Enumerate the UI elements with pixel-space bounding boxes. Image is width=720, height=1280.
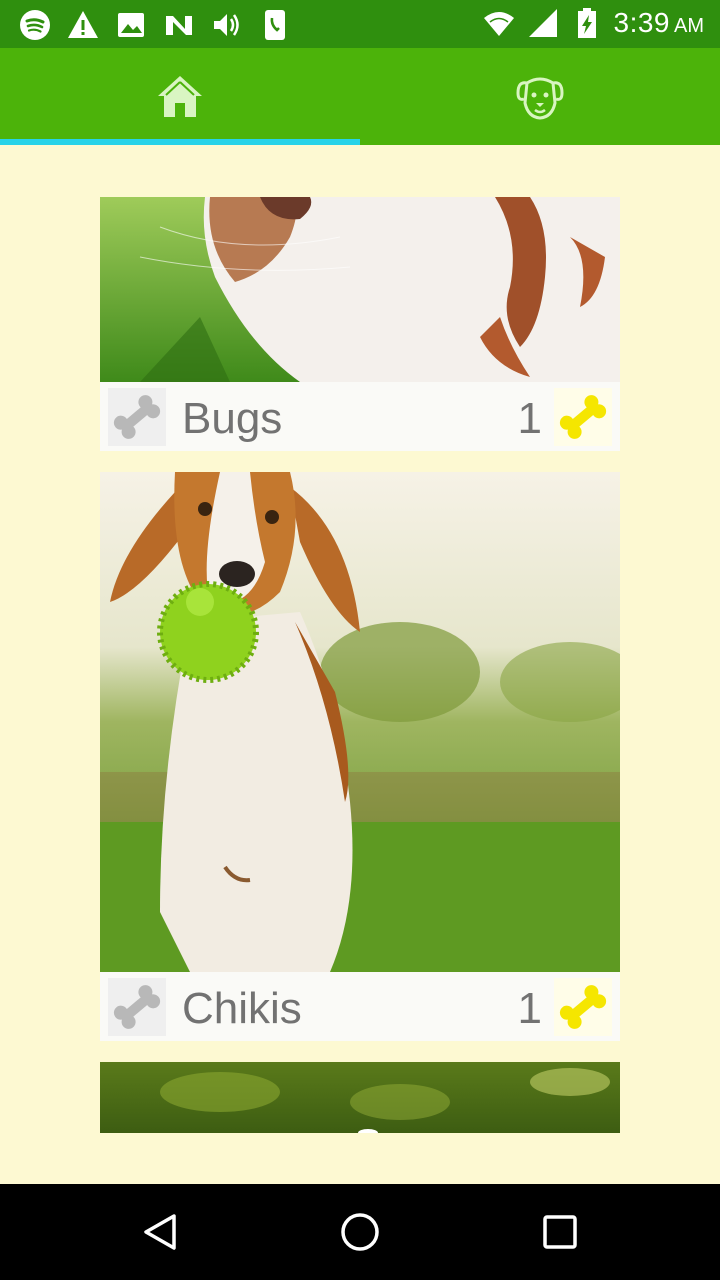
navigation-bar [0,1184,720,1280]
pet-info-bar: Chikis 1 [100,972,620,1041]
home-circle-icon [336,1208,384,1256]
battery-charging-icon [570,6,604,40]
clock-time: 3:39 [613,7,670,38]
bone-count: 1 [517,984,542,1033]
volume-icon [210,8,244,42]
bone-icon-active[interactable] [554,388,612,446]
dog-face-icon [514,73,566,121]
pet-card[interactable]: Bugs 1 [100,197,620,451]
pet-info-bar: Bugs 1 [100,382,620,451]
home-icon [154,73,206,121]
pet-photo[interactable] [100,1062,620,1133]
spotify-icon [18,8,52,42]
pet-photo[interactable] [100,197,620,382]
tab-home[interactable] [0,48,360,145]
home-button[interactable] [336,1208,384,1256]
pet-card[interactable] [100,1062,620,1133]
back-button[interactable] [136,1208,184,1256]
pet-list[interactable]: Bugs 1 Chikis 1 [0,145,720,1184]
warning-icon [66,8,100,42]
recents-button[interactable] [536,1208,584,1256]
pet-card[interactable]: Chikis 1 [100,472,620,1041]
tab-bar [0,48,720,145]
bone-icon-inactive[interactable] [108,388,166,446]
image-icon [114,8,148,42]
clock-ampm: AM [674,15,704,37]
status-bar: 3:39 AM [0,0,720,48]
back-icon [136,1208,184,1256]
pet-name: Chikis [182,984,302,1033]
bone-icon-inactive[interactable] [108,978,166,1036]
recents-icon [536,1208,584,1256]
bone-icon-active[interactable] [554,978,612,1036]
n-app-icon [162,8,196,42]
system-icons: 3:39 AM [482,6,704,40]
pet-name: Bugs [182,394,283,443]
wifi-icon [482,6,516,40]
bone-count: 1 [517,394,542,443]
signal-icon [526,6,560,40]
pet-photo[interactable] [100,472,620,972]
tab-dogs[interactable] [360,48,720,145]
notification-icons [18,8,292,42]
phone-app-icon [258,8,292,42]
